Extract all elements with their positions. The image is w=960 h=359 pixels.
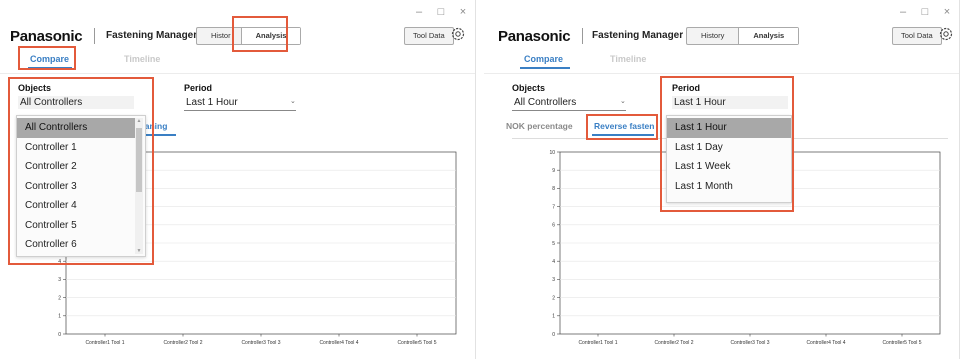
y-tick-label: 2: [58, 295, 61, 301]
dropdown-option[interactable]: Controller 6: [17, 235, 135, 255]
y-tick-label: 4: [552, 259, 555, 265]
dropdown-option[interactable]: Last 1 Month: [667, 177, 791, 197]
y-tick-label: 10: [549, 150, 555, 156]
y-tick-label: 3: [552, 277, 555, 283]
scroll-up-icon[interactable]: ▲: [135, 118, 143, 124]
x-tick-label: Controller4 Tool 4: [806, 340, 845, 346]
y-tick-label: 3: [58, 277, 61, 283]
y-tick-label: 1: [552, 314, 555, 320]
dropdown-option[interactable]: Controller 2: [17, 157, 135, 177]
y-tick-label: 0: [552, 332, 555, 338]
y-tick-label: 1: [58, 314, 61, 320]
x-tick-label: Controller1 Tool 1: [578, 340, 617, 346]
scroll-thumb[interactable]: [136, 128, 142, 192]
y-tick-label: 6: [552, 223, 555, 229]
dropdown-option[interactable]: Controller 1: [17, 138, 135, 158]
x-tick-label: Controller5 Tool 5: [397, 340, 436, 346]
x-tick-label: Controller5 Tool 5: [882, 340, 921, 346]
x-tick-label: Controller2 Tool 2: [163, 340, 202, 346]
y-tick-label: 8: [552, 186, 555, 192]
y-tick-label: 9: [552, 168, 555, 174]
x-tick-label: Controller3 Tool 3: [730, 340, 769, 346]
objects-dropdown: ▲ ▼ All Controllers Controller 1 Controlle…: [16, 115, 146, 257]
y-tick-label: 5: [552, 241, 555, 247]
dropdown-scrollbar[interactable]: ▲ ▼: [135, 118, 143, 254]
period-dropdown: Last 1 Hour Last 1 Day Last 1 Week Last 1 M…: [666, 115, 792, 203]
y-tick-label: 0: [58, 332, 61, 338]
dropdown-option[interactable]: Controller 5: [17, 216, 135, 236]
right-window: – □ × Panasonic Fastening Manager Histor…: [484, 0, 960, 359]
dropdown-option[interactable]: Controller 4: [17, 196, 135, 216]
y-tick-label: 4: [58, 259, 61, 265]
dropdown-option[interactable]: Controller 3: [17, 177, 135, 197]
scroll-down-icon[interactable]: ▼: [135, 248, 143, 254]
y-tick-label: 2: [552, 295, 555, 301]
left-window: – □ × Panasonic Fastening Manager Histor…: [0, 0, 476, 359]
y-tick-label: 7: [552, 204, 555, 210]
x-tick-label: Controller4 Tool 4: [319, 340, 358, 346]
x-tick-label: Controller3 Tool 3: [241, 340, 280, 346]
dropdown-option[interactable]: All Controllers: [17, 118, 135, 138]
x-tick-label: Controller1 Tool 1: [85, 340, 124, 346]
dropdown-option[interactable]: Last 1 Week: [667, 157, 791, 177]
dropdown-option[interactable]: Last 1 Hour: [667, 118, 791, 138]
dropdown-option[interactable]: Last 1 Day: [667, 138, 791, 158]
screenshot-stage: – □ × Panasonic Fastening Manager Histor…: [0, 0, 960, 359]
x-tick-label: Controller2 Tool 2: [654, 340, 693, 346]
